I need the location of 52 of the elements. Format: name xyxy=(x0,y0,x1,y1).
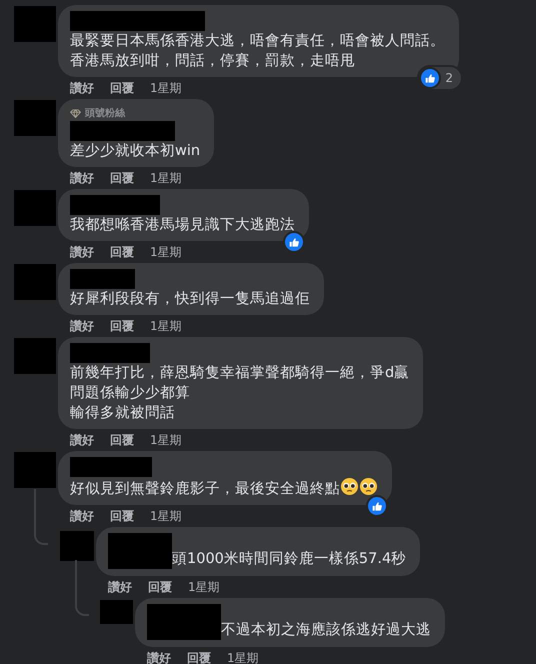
comment-text: 問題係輸少少都算 xyxy=(70,384,191,403)
timestamp: 1星期 xyxy=(150,80,182,97)
thread-connector-line xyxy=(75,560,89,616)
diamond-icon xyxy=(70,108,81,118)
like-link[interactable]: 讚好 xyxy=(70,317,94,335)
comment-text: 香港馬放到咁，問話，停賽，罰款，走唔甩 xyxy=(70,52,356,71)
comment-text: 差少少就收本初win xyxy=(70,142,202,161)
name-redaction xyxy=(70,269,135,289)
like-link[interactable]: 讚好 xyxy=(70,243,94,261)
reply-link[interactable]: 回覆 xyxy=(110,79,134,97)
like-link[interactable]: 讚好 xyxy=(70,79,94,97)
like-link[interactable]: 讚好 xyxy=(70,431,94,449)
reply-link[interactable]: 回覆 xyxy=(110,507,134,525)
comment-text: 不過本初之海應該係逃好過大逃 xyxy=(221,620,432,640)
thread-connector-line xyxy=(34,489,48,545)
reply-link[interactable]: 回覆 xyxy=(187,649,211,664)
comment-text: 輸得多就被問話 xyxy=(70,404,176,423)
comment-text: 最緊要日本馬係香港大逃，唔會有責任，唔會被人問話。 xyxy=(70,32,446,51)
avatar-redaction xyxy=(14,100,56,136)
pleading-face-emoji-icon xyxy=(340,477,359,496)
like-link[interactable]: 讚好 xyxy=(70,507,94,525)
avatar-redaction xyxy=(14,338,56,374)
avatar-redaction xyxy=(14,6,56,42)
name-redaction xyxy=(108,533,172,569)
comment-text: 頭1000米時間同鈴鹿一樣係57.4秒 xyxy=(172,550,408,569)
comment-text: 前幾年打比，薛恩騎隻幸福掌聲都騎得一絕，爭d贏 xyxy=(70,364,410,383)
reply-link[interactable]: 回覆 xyxy=(110,243,134,261)
reply-link[interactable]: 回覆 xyxy=(110,317,134,335)
reply-link[interactable]: 回覆 xyxy=(110,169,134,187)
timestamp: 1星期 xyxy=(150,508,182,525)
comment-text: 好犀利段段有，快到得一隻馬追過佢 xyxy=(70,290,311,309)
timestamp: 1星期 xyxy=(150,318,182,335)
timestamp: 1星期 xyxy=(150,432,182,449)
like-link[interactable]: 讚好 xyxy=(108,578,132,596)
like-link[interactable]: 讚好 xyxy=(147,649,171,664)
timestamp: 1星期 xyxy=(188,579,220,596)
avatar-redaction xyxy=(14,452,56,488)
reply-link[interactable]: 回覆 xyxy=(148,578,172,596)
avatar-redaction xyxy=(60,531,94,561)
reply-link[interactable]: 回覆 xyxy=(110,431,134,449)
comment-text: 好似見到無聲鈴鹿影子，最後安全過終點 xyxy=(70,477,380,499)
timestamp: 1星期 xyxy=(227,650,259,664)
avatar-redaction xyxy=(100,600,133,624)
avatar-redaction xyxy=(14,264,56,300)
avatar-redaction xyxy=(14,190,56,226)
comment-text: 我都想喺香港馬場見識下大逃跑法 xyxy=(70,216,296,235)
like-link[interactable]: 讚好 xyxy=(70,169,94,187)
top-fan-label: 頭號粉絲 xyxy=(85,106,125,120)
timestamp: 1星期 xyxy=(150,170,182,187)
like-count: 2 xyxy=(445,70,453,87)
pleading-face-emoji-icon xyxy=(359,477,378,496)
timestamp: 1星期 xyxy=(150,244,182,261)
